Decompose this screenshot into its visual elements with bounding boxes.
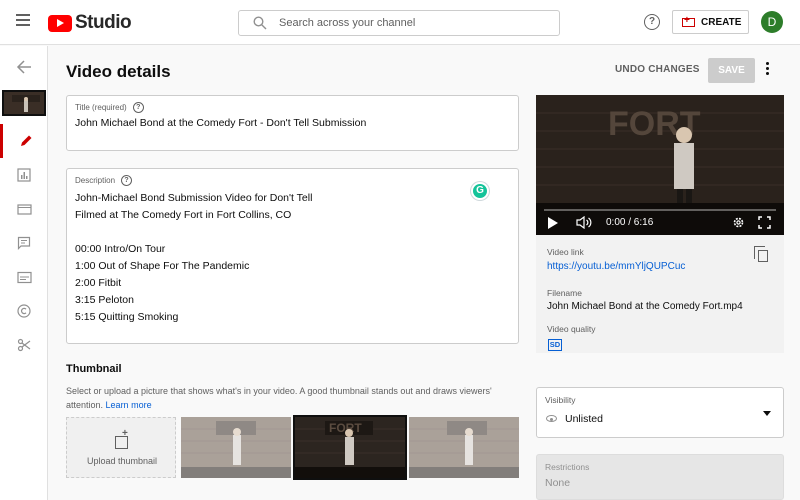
description-text[interactable]: John-Michael Bond Submission Video for D… (75, 190, 312, 326)
title-field-label: Title (required) (75, 103, 127, 112)
back-arrow-icon[interactable] (0, 50, 48, 84)
sidebar-item-details[interactable] (0, 124, 48, 158)
fullscreen-icon[interactable] (758, 216, 771, 229)
description-line: John-Michael Bond Submission Video for D… (75, 192, 313, 204)
upload-thumbnail-button[interactable]: Upload thumbnail (66, 417, 176, 478)
visibility-dropdown[interactable]: Visibility Unlisted (536, 387, 784, 438)
undo-changes-button[interactable]: UNDO CHANGES (615, 64, 700, 75)
video-player[interactable]: FORT 0:00 / 6:16 (536, 95, 784, 235)
learn-more-link[interactable]: Learn more (106, 400, 152, 410)
sidebar-item-clips[interactable] (0, 328, 48, 362)
editor-icon (16, 203, 32, 215)
studio-logo[interactable]: Studio (48, 12, 132, 34)
sidebar-item-copyright[interactable] (0, 294, 48, 328)
description-line: 2:00 Fitbit (75, 277, 122, 289)
chevron-down-icon (763, 411, 771, 416)
subtitles-icon (16, 271, 32, 283)
avatar[interactable]: D (761, 11, 783, 33)
pencil-icon (20, 135, 31, 146)
video-time: 0:00 / 6:16 (606, 217, 654, 228)
video-quality-label: Video quality (547, 324, 596, 334)
logo-text: Studio (75, 12, 132, 33)
copyright-icon (17, 304, 31, 318)
video-link[interactable]: https://youtu.be/mmYljQUPCuc (547, 261, 685, 272)
menu-icon[interactable] (16, 14, 30, 28)
scissors-icon (17, 338, 31, 352)
title-field[interactable]: Title (required) ? John Michael Bond at … (66, 95, 519, 151)
search-icon (253, 16, 267, 30)
create-label: CREATE (701, 16, 742, 28)
title-value[interactable]: John Michael Bond at the Comedy Fort - D… (75, 117, 366, 129)
help-icon[interactable]: ? (132, 102, 144, 113)
more-options-icon[interactable] (766, 62, 770, 77)
title-field-label-row: Title (required) ? (75, 102, 144, 113)
search-input[interactable] (279, 15, 549, 31)
volume-icon[interactable] (576, 216, 592, 229)
restrictions-field: Restrictions None (536, 454, 784, 500)
add-image-icon (115, 428, 128, 449)
page-title: Video details (66, 62, 171, 81)
video-link-label: Video link (547, 247, 584, 257)
description-line: 1:00 Out of Shape For The Pandemic (75, 260, 250, 272)
sidebar-item-comments[interactable] (0, 226, 48, 260)
eye-icon (546, 415, 557, 422)
play-icon[interactable] (548, 217, 558, 229)
thumbnail-option[interactable] (409, 417, 519, 478)
description-line (75, 224, 312, 241)
video-info-panel: Video link https://youtu.be/mmYljQUPCuc … (536, 235, 784, 353)
description-label: Description (75, 176, 116, 185)
restrictions-label: Restrictions (545, 462, 590, 472)
description-line: 3:15 Peloton (75, 294, 134, 306)
description-line: Filmed at The Comedy Fort in Fort Collin… (75, 209, 292, 221)
thumbnail-description: Select or upload a picture that shows wh… (66, 384, 526, 412)
player-controls: 0:00 / 6:16 (536, 209, 784, 235)
copy-icon[interactable] (754, 246, 768, 262)
description-line: 5:15 Quitting Smoking (75, 311, 179, 323)
settings-gear-icon[interactable] (732, 216, 745, 229)
filename-value: John Michael Bond at the Comedy Fort.mp4 (547, 301, 743, 312)
comments-icon (17, 236, 31, 250)
create-video-icon (682, 15, 695, 27)
sd-quality-badge: SD (548, 339, 562, 351)
sidebar-video-thumbnail[interactable] (2, 90, 46, 116)
thumbnail-heading: Thumbnail (66, 363, 122, 375)
analytics-icon (17, 168, 31, 182)
sidebar-item-editor[interactable] (0, 192, 48, 226)
description-label-row: Description ? (75, 175, 133, 186)
create-button[interactable]: CREATE (672, 10, 749, 34)
top-bar: Studio ? CREATE D (0, 0, 800, 45)
progress-bar[interactable] (544, 209, 776, 211)
main-content: Video details UNDO CHANGES SAVE Title (r… (48, 46, 800, 500)
filename-label: Filename (547, 288, 582, 298)
search-box[interactable] (238, 10, 560, 36)
sidebar-item-subtitles[interactable] (0, 260, 48, 294)
visibility-label: Visibility (545, 395, 576, 405)
help-icon[interactable]: ? (121, 175, 133, 186)
save-button[interactable]: SAVE (708, 58, 755, 83)
description-field[interactable]: Description ? John-Michael Bond Submissi… (66, 168, 519, 344)
thumbnail-option[interactable] (181, 417, 291, 478)
thumbnail-option-selected[interactable]: FORT (293, 415, 407, 480)
youtube-logo-icon (48, 14, 72, 32)
visibility-value: Unlisted (565, 413, 603, 425)
help-icon[interactable]: ? (644, 14, 660, 30)
description-line: 00:00 Intro/On Tour (75, 243, 166, 255)
grammarly-icon[interactable]: G (471, 182, 489, 200)
sidebar-item-analytics[interactable] (0, 158, 48, 192)
restrictions-value: None (545, 477, 571, 489)
upload-thumbnail-label: Upload thumbnail (86, 456, 158, 466)
sidebar (0, 46, 48, 500)
